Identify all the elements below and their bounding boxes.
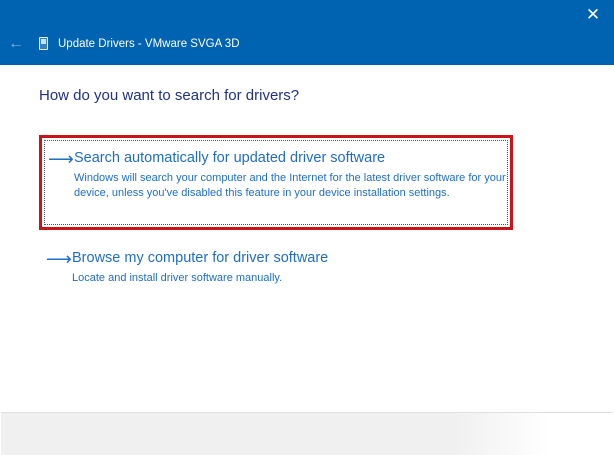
dialog-content: How do you want to search for drivers? ⟶… [1,65,613,454]
option-title: Browse my computer for driver software [72,250,329,266]
option-description: Locate and install driver software manua… [72,272,283,284]
window-title: Update Drivers - VMware SVGA 3D [58,38,240,50]
browse-computer-option[interactable]: ⟶ Browse my computer for driver software… [39,245,513,295]
dialog-footer [1,412,613,455]
arrow-right-icon: ⟶ [48,149,74,169]
footer-accent [453,413,613,455]
back-arrow-icon: ← [8,35,24,52]
back-button[interactable]: ← [6,34,26,54]
page-title: How do you want to search for drivers? [39,87,300,104]
search-automatically-option[interactable]: ⟶ Search automatically for updated drive… [39,135,513,230]
device-icon [39,37,48,50]
title-bar: ✕ ← Update Drivers - VMware SVGA 3D [0,0,614,65]
option-description: Windows will search your computer and th… [74,172,506,199]
option-title: Search automatically for updated driver … [74,150,386,166]
arrow-right-icon: ⟶ [46,249,72,269]
close-icon: ✕ [585,5,601,24]
close-button[interactable]: ✕ [580,4,606,26]
